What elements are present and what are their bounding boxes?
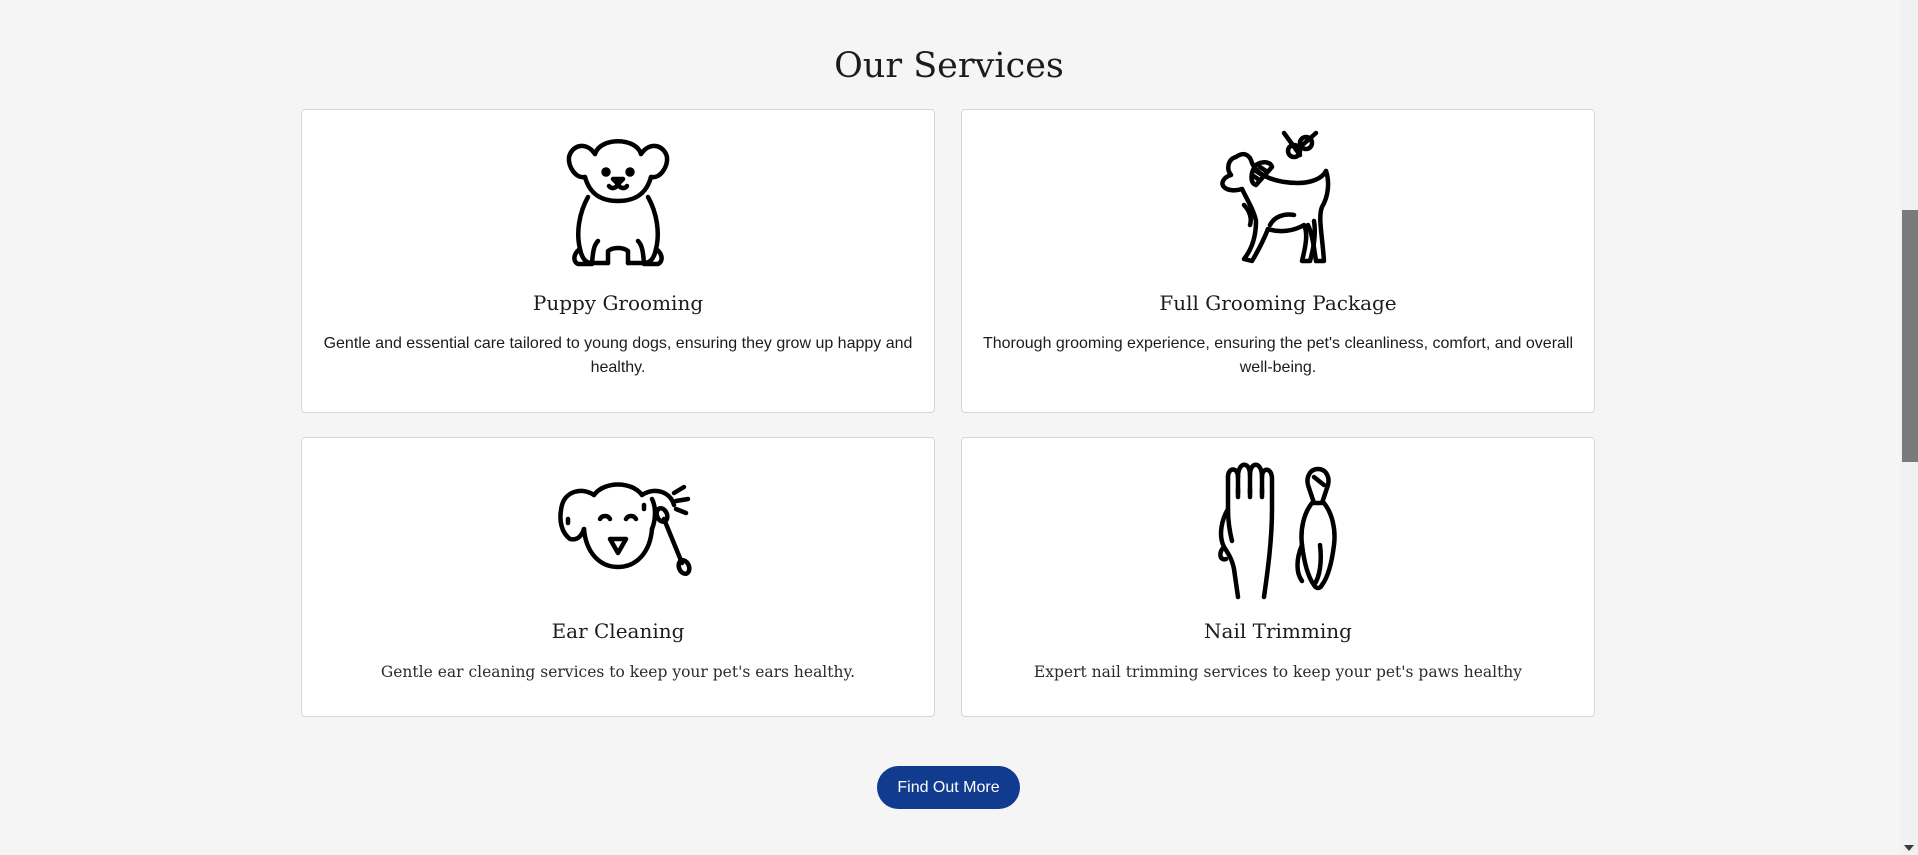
card-description: Gentle and essential care tailored to yo… <box>323 335 913 376</box>
service-card-puppy-grooming: Puppy Grooming Gentle and essential care… <box>301 109 935 413</box>
paw-nail-clipper-icon <box>1198 449 1358 609</box>
card-title: Ear Cleaning <box>551 619 685 643</box>
dog-ear-cleaning-icon <box>538 449 698 609</box>
services-page: Our Services Puppy Grooming Gentle and e… <box>0 0 1918 855</box>
dog-grooming-icon <box>1198 121 1358 281</box>
service-card-full-grooming: Full Grooming Package Thorough grooming … <box>961 109 1595 413</box>
card-description: Expert nail trimming services to keep yo… <box>1033 663 1523 681</box>
vertical-scrollbar[interactable] <box>1900 0 1918 855</box>
card-description: Thorough grooming experience, ensuring t… <box>982 335 1574 376</box>
card-title: Puppy Grooming <box>532 291 704 315</box>
card-title: Full Grooming Package <box>1159 291 1397 315</box>
scrollbar-thumb[interactable] <box>1902 210 1918 462</box>
scroll-down-arrow-icon[interactable] <box>1904 845 1914 851</box>
card-title: Nail Trimming <box>1204 619 1352 643</box>
service-card-nail-trimming: Nail Trimming Expert nail trimming servi… <box>961 437 1595 717</box>
puppy-icon <box>538 121 698 281</box>
service-card-ear-cleaning: Ear Cleaning Gentle ear cleaning service… <box>301 437 935 717</box>
section-title: Our Services <box>834 46 1064 86</box>
card-description: Gentle ear cleaning services to keep you… <box>380 663 856 681</box>
find-out-more-button[interactable]: Find Out More <box>877 766 1020 809</box>
